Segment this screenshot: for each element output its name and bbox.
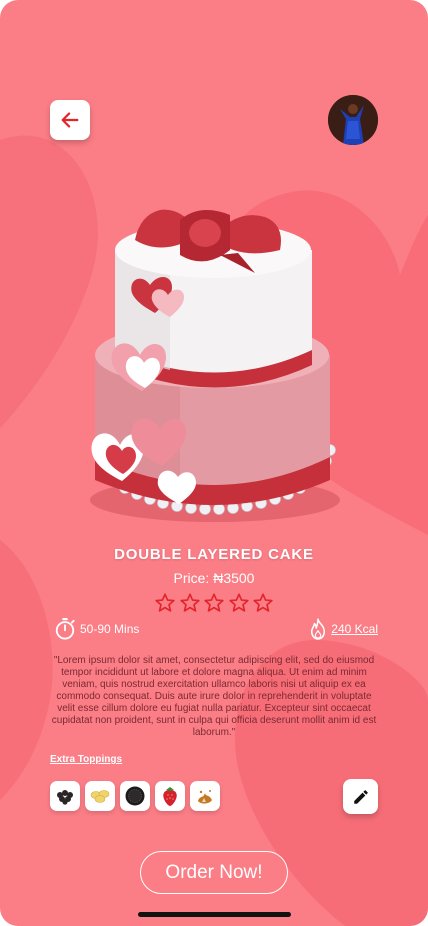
toppings-list [50, 781, 220, 811]
topping-item[interactable] [190, 781, 220, 811]
arrow-left-icon [61, 112, 79, 128]
user-photo-icon [328, 95, 378, 145]
blackberry-icon [57, 790, 73, 805]
product-title: DOUBLE LAYERED CAKE [114, 546, 314, 563]
cookie-icon [125, 786, 145, 806]
extra-toppings-title[interactable]: Extra Toppings [50, 754, 122, 765]
topping-item[interactable] [155, 781, 185, 811]
topping-item[interactable] [120, 781, 150, 811]
caramel-splash-icon [198, 790, 212, 804]
topping-item[interactable] [50, 781, 80, 811]
home-indicator[interactable] [138, 912, 291, 917]
strawberry-icon [163, 787, 177, 806]
star-outline-icon[interactable] [154, 592, 176, 614]
avatar[interactable] [328, 95, 378, 145]
calories-label[interactable]: 240 Kcal [331, 622, 378, 636]
stopwatch-icon [55, 618, 75, 640]
star-outline-icon[interactable] [252, 592, 274, 614]
star-outline-icon[interactable] [179, 592, 201, 614]
product-screen: DOUBLE LAYERED CAKE Price: ₦3500 50-90 M… [0, 0, 428, 926]
order-now-button[interactable]: Order Now! [140, 851, 288, 894]
rating-stars[interactable] [154, 592, 274, 614]
topping-item[interactable] [85, 781, 115, 811]
star-outline-icon[interactable] [228, 592, 250, 614]
star-outline-icon[interactable] [203, 592, 225, 614]
calories[interactable]: 240 Kcal [309, 617, 378, 641]
product-price: Price: ₦3500 [173, 570, 255, 586]
flame-icon [311, 618, 326, 640]
banana-chips-icon [90, 790, 110, 803]
prep-time: 50-90 Mins [54, 617, 139, 641]
back-button[interactable] [50, 100, 90, 140]
prep-time-label: 50-90 Mins [80, 622, 140, 636]
pencil-icon [353, 789, 368, 804]
product-description: "Lorem ipsum dolor sit amet, consectetur… [51, 655, 377, 738]
cake-image [90, 209, 340, 522]
edit-button[interactable] [343, 779, 378, 814]
